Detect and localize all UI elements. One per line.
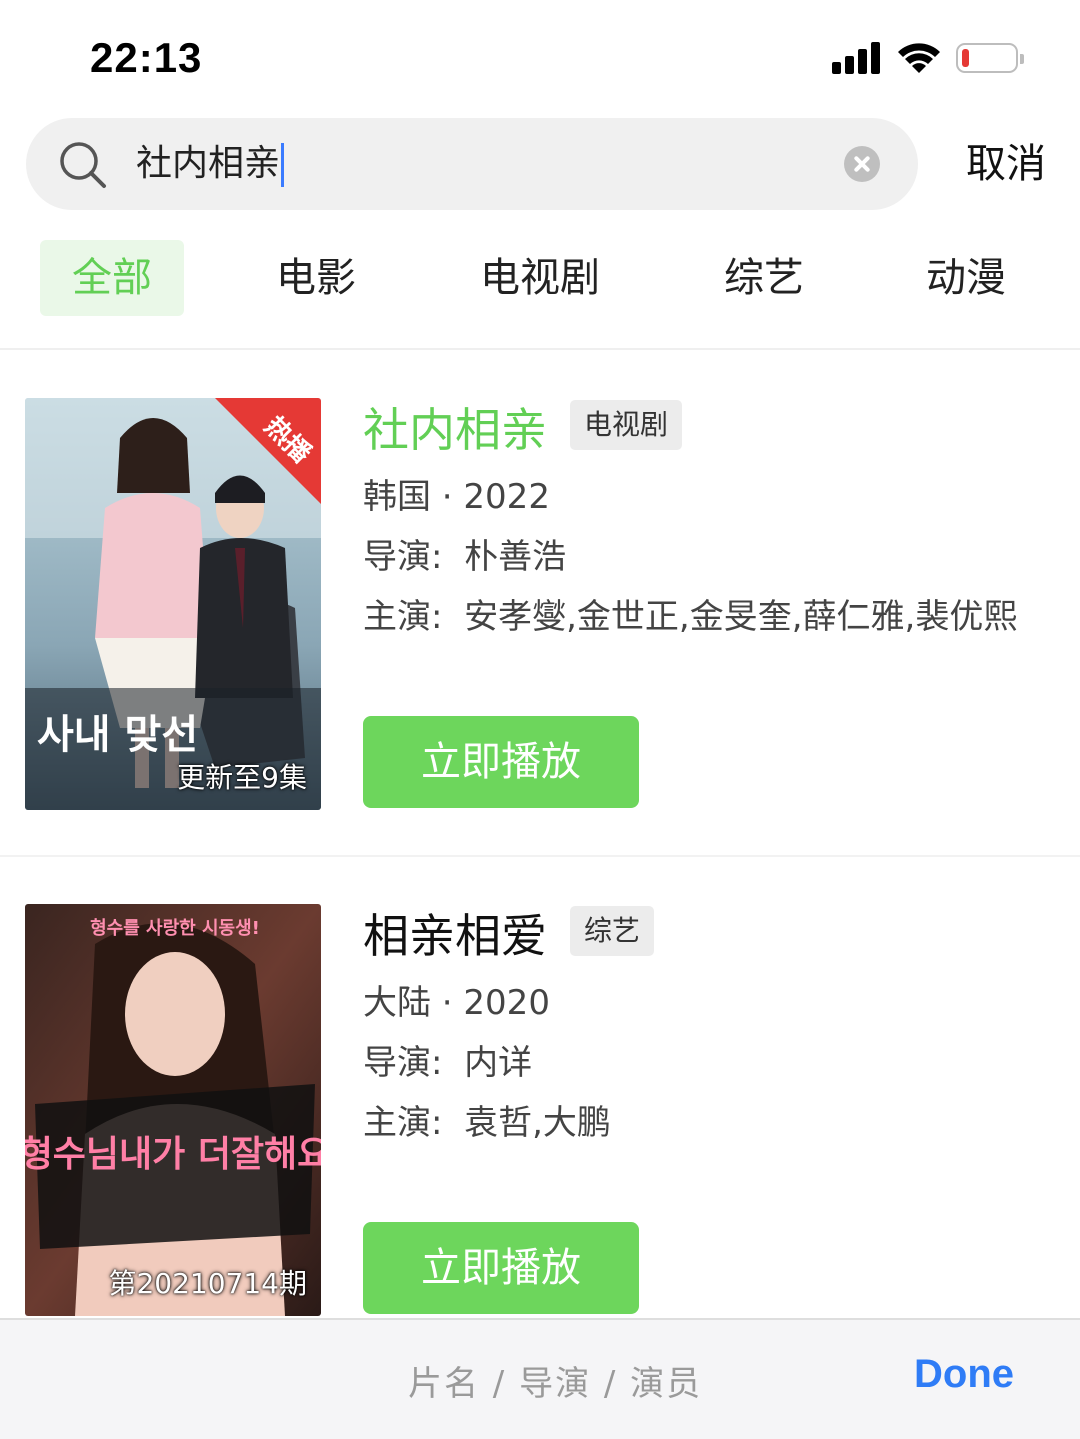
- clear-search-icon[interactable]: [844, 146, 880, 182]
- tab-movies[interactable]: 电影: [256, 240, 376, 316]
- category-tag: 综艺: [570, 906, 655, 956]
- search-query-text: 社内相亲: [136, 143, 281, 184]
- search-results-screen: 22:13 社内相亲 取消 全部 电影 电视剧 综艺 动漫 사내 맞선 热播 更…: [0, 0, 1080, 1439]
- tab-tv-series[interactable]: 电视剧: [470, 240, 610, 316]
- director-row: 导演: 朴善浩: [363, 534, 566, 580]
- director-label: 导演:: [363, 537, 443, 577]
- battery-icon: [956, 43, 1024, 73]
- cast-row: 主演: 袁哲,大鹏: [363, 1100, 611, 1146]
- category-tag: 电视剧: [570, 400, 683, 450]
- tab-anime[interactable]: 动漫: [906, 240, 1026, 316]
- result-card[interactable]: 형수님내가 더잘해요 형수를 사랑한 시동생! 第20210714期 相亲相爱 …: [0, 904, 1080, 1324]
- status-time: 22:13: [90, 34, 203, 81]
- poster-subtitle-text: 형수를 사랑한 시동생!: [90, 918, 260, 939]
- director-name: 内详: [464, 1043, 533, 1083]
- done-button[interactable]: Done: [914, 1352, 1014, 1397]
- region-year: 大陆 · 2020: [363, 983, 550, 1023]
- cast-row: 主演: 安孝燮,金世正,金旻奎,薛仁雅,裴优熙: [363, 594, 1017, 640]
- play-now-button[interactable]: 立即播放: [363, 716, 639, 808]
- cellular-signal-icon: [832, 42, 882, 74]
- poster-image[interactable]: 사내 맞선 热播 更新至9集: [25, 398, 321, 810]
- tab-variety[interactable]: 综艺: [704, 240, 824, 316]
- search-input[interactable]: 社内相亲: [136, 138, 285, 190]
- poster-caption: 第20210714期: [108, 1267, 307, 1300]
- result-title[interactable]: 相亲相爱: [363, 908, 547, 964]
- poster-image[interactable]: 형수님내가 더잘해요 형수를 사랑한 시동생! 第20210714期: [25, 904, 321, 1316]
- tab-all[interactable]: 全部: [40, 240, 184, 316]
- search-hint: 片名 / 导演 / 演员: [408, 1364, 703, 1404]
- director-name: 朴善浩: [464, 537, 567, 577]
- cast-names: 袁哲,大鹏: [464, 1103, 611, 1143]
- category-tabs: 全部 电影 电视剧 综艺 动漫: [0, 240, 1080, 320]
- text-caret: [281, 143, 285, 187]
- cast-label: 主演:: [363, 1103, 443, 1143]
- wifi-icon: [898, 43, 940, 73]
- cast-names: 安孝燮,金世正,金旻奎,薛仁雅,裴优熙: [464, 597, 1018, 637]
- poster-caption: 更新至9集: [177, 761, 307, 794]
- play-now-button[interactable]: 立即播放: [363, 1222, 639, 1314]
- director-row: 导演: 内详: [363, 1040, 532, 1086]
- poster-title-text: 형수님내가 더잘해요: [25, 1134, 321, 1175]
- region-year: 韩国 · 2022: [363, 477, 550, 517]
- status-bar: 22:13: [0, 0, 1080, 110]
- director-label: 导演:: [363, 1043, 443, 1083]
- search-icon: [60, 142, 106, 188]
- poster-title-text: 사내 맞선: [37, 712, 198, 758]
- divider: [0, 348, 1080, 350]
- cancel-button[interactable]: 取消: [966, 138, 1046, 190]
- search-box[interactable]: 社内相亲: [26, 118, 918, 210]
- keyboard-accessory-bar: 片名 / 导演 / 演员 Done: [0, 1318, 1080, 1439]
- divider: [0, 855, 1080, 857]
- result-title[interactable]: 社内相亲: [363, 402, 547, 458]
- result-card[interactable]: 사내 맞선 热播 更新至9集 社内相亲 电视剧 韩国 · 2022 导演: 朴善…: [0, 398, 1080, 818]
- cast-label: 主演:: [363, 597, 443, 637]
